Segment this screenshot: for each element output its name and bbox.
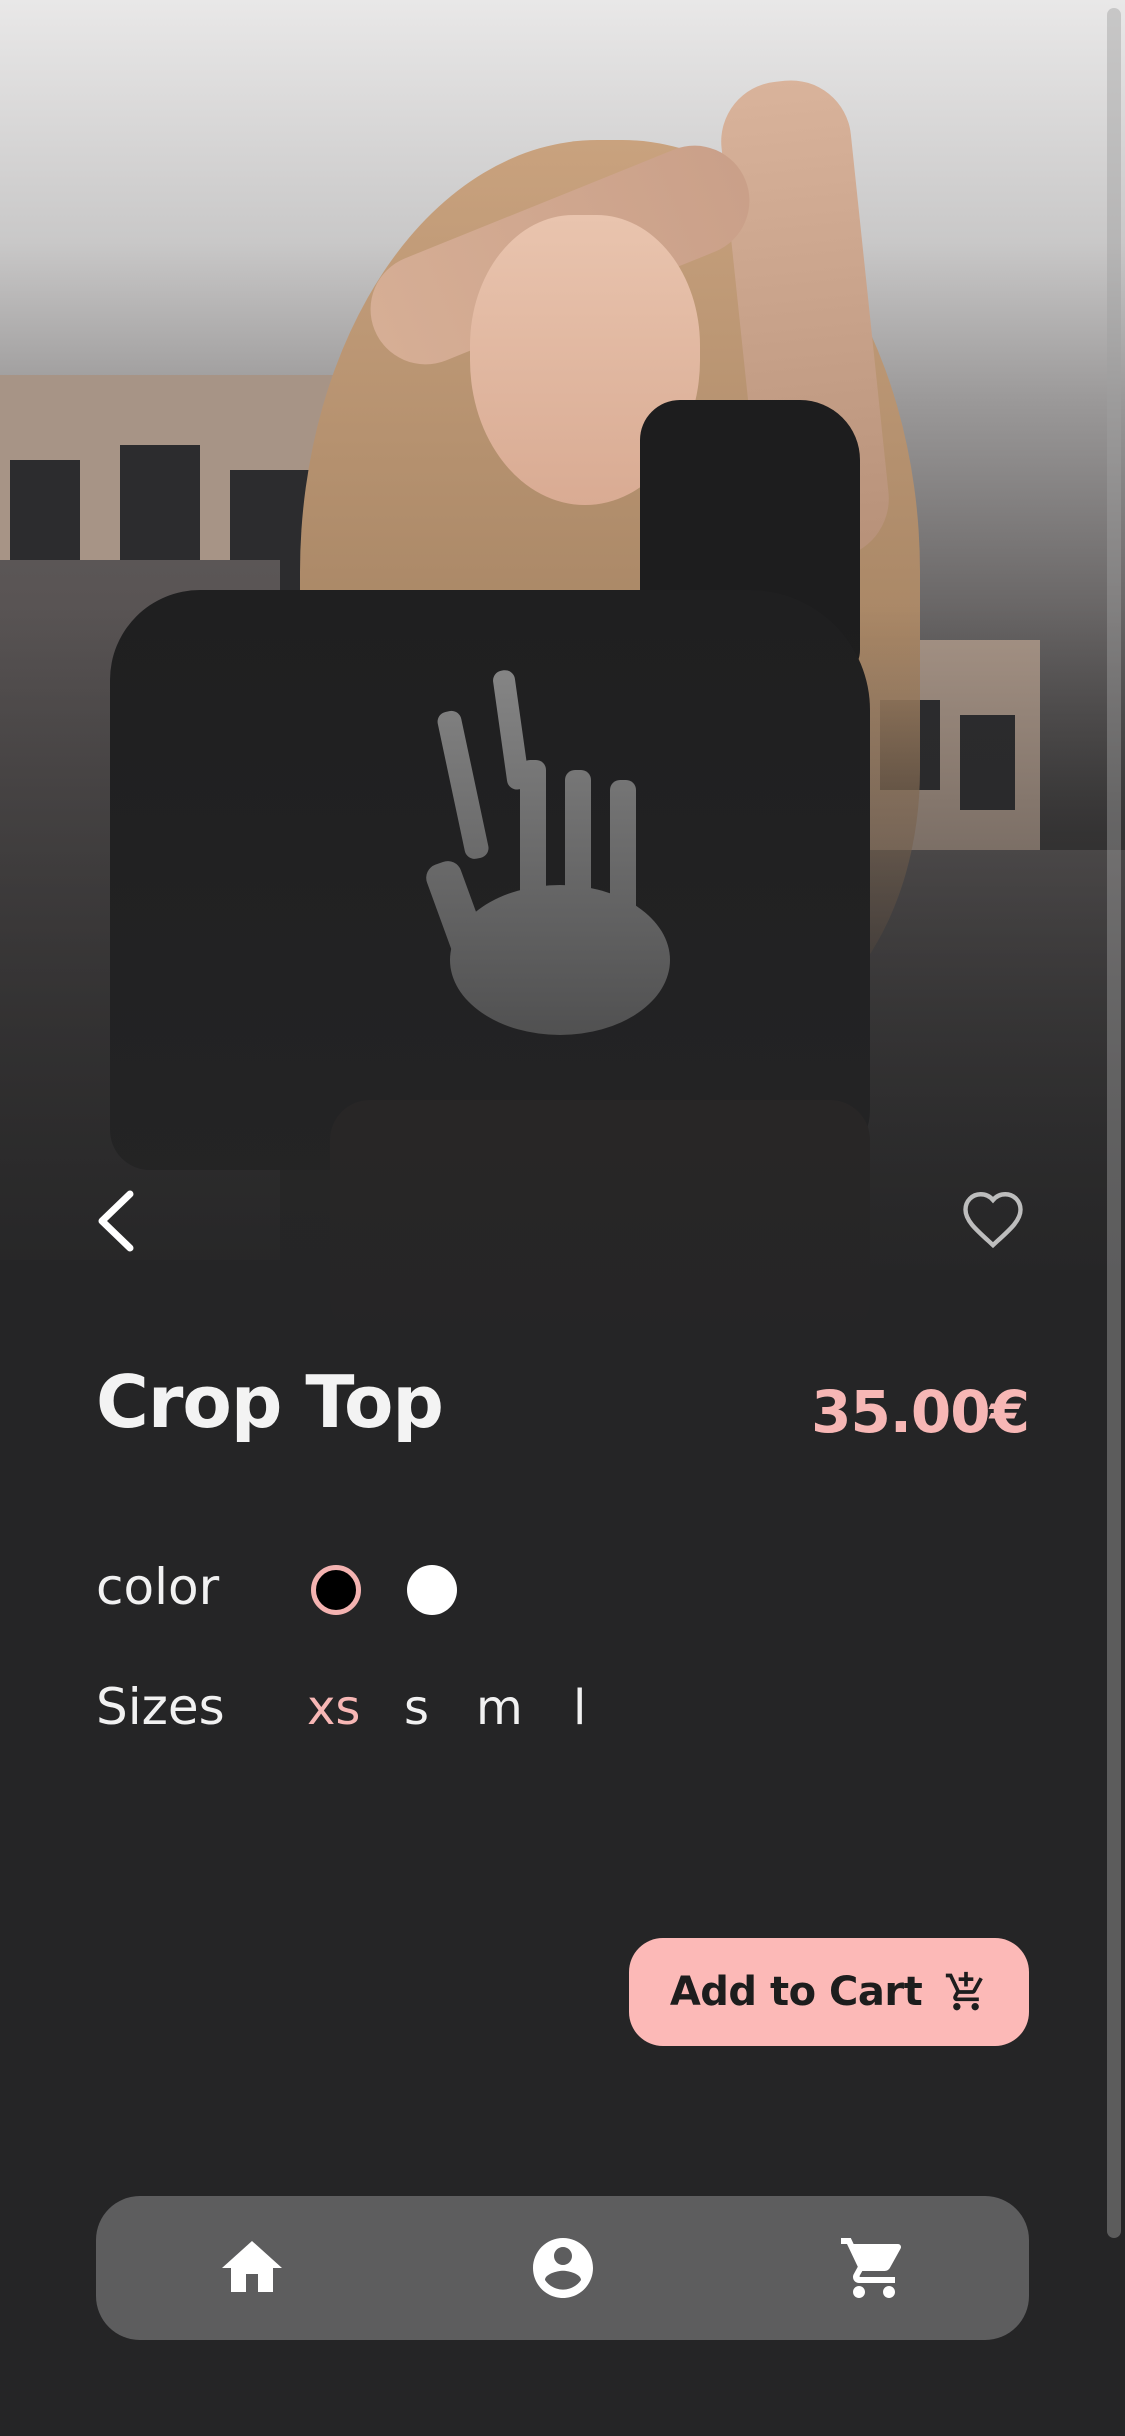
- product-detail-screen: Crop Top 35.00€ color Sizes xs s m l Add…: [0, 0, 1125, 2436]
- home-icon: [222, 2241, 282, 2292]
- product-price: 35.00€: [811, 1378, 1030, 1446]
- heart-outline-icon: [963, 1192, 1023, 1249]
- back-button[interactable]: [92, 1188, 148, 1254]
- nav-home[interactable]: [216, 2232, 288, 2304]
- nav-cart[interactable]: [838, 2232, 910, 2304]
- product-title: Crop Top: [96, 1360, 444, 1444]
- color-swatch-black[interactable]: [311, 1565, 361, 1615]
- color-label: color: [96, 1558, 220, 1616]
- favorite-button[interactable]: [960, 1188, 1026, 1250]
- add-to-cart-button[interactable]: Add to Cart: [629, 1938, 1029, 2046]
- add-to-cart-label: Add to Cart: [669, 1969, 923, 2015]
- shopping-cart-icon: [841, 2238, 902, 2298]
- bottom-navigation: [96, 2196, 1029, 2340]
- size-option-s[interactable]: s: [404, 1680, 429, 1736]
- sizes-label: Sizes: [96, 1678, 225, 1736]
- size-option-xs[interactable]: xs: [307, 1680, 360, 1736]
- account-circle-icon: [533, 2238, 593, 2298]
- color-swatch-white[interactable]: [407, 1565, 457, 1615]
- size-option-l[interactable]: l: [573, 1680, 586, 1736]
- size-option-m[interactable]: m: [476, 1680, 523, 1736]
- cart-plus-icon: [946, 1971, 983, 2011]
- hero-gradient-overlay: [0, 0, 1125, 1345]
- chevron-left-icon: [98, 1190, 134, 1252]
- nav-profile[interactable]: [527, 2232, 599, 2304]
- scrollbar[interactable]: [1107, 8, 1121, 2238]
- product-hero-image: [0, 0, 1125, 1345]
